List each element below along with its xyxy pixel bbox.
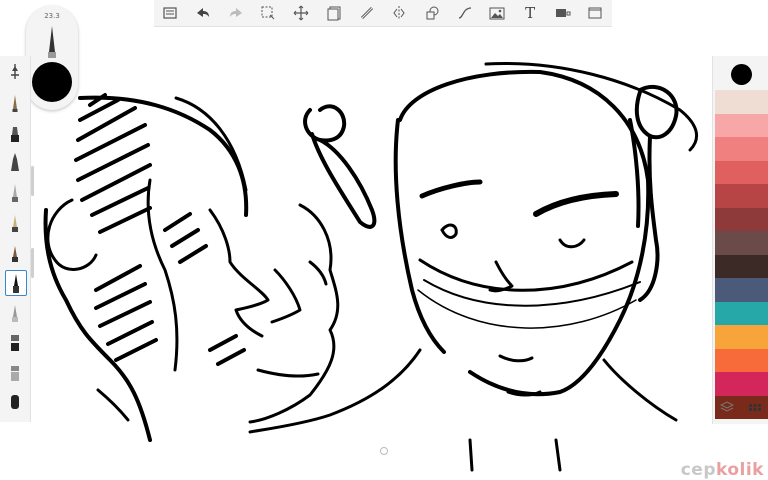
selection-icon — [261, 6, 275, 20]
eraser-brush-icon — [11, 395, 19, 409]
image-import-button[interactable] — [484, 2, 510, 24]
ruler-button[interactable] — [354, 2, 380, 24]
brush-marker[interactable] — [5, 120, 25, 144]
text-tool-button[interactable]: T — [517, 2, 543, 24]
fullscreen-icon — [588, 7, 602, 19]
watermark: cepkolik — [681, 460, 764, 480]
brush-puck[interactable]: 23.3 — [26, 6, 78, 110]
shape-button[interactable] — [419, 2, 445, 24]
brush-pencil[interactable] — [5, 90, 25, 114]
curve-icon — [458, 7, 471, 19]
transform-icon — [293, 5, 309, 21]
current-color[interactable] — [731, 64, 752, 85]
redo-icon — [229, 8, 242, 17]
color-swatch[interactable] — [715, 207, 768, 231]
pencil-brush-icon — [12, 95, 18, 112]
brush-eraser[interactable] — [5, 390, 25, 414]
round-brush-icon — [12, 184, 18, 202]
brush-library — [0, 56, 31, 422]
symmetry-button[interactable] — [386, 2, 412, 24]
redo-button[interactable] — [223, 2, 249, 24]
ruler-icon — [360, 6, 373, 20]
curve-button[interactable] — [452, 2, 478, 24]
fill-icon — [555, 9, 571, 17]
brush-pen[interactable] — [5, 300, 25, 324]
watermark-part2: kolik — [716, 460, 764, 480]
sketch-left-face — [43, 95, 270, 442]
fullscreen-button[interactable] — [582, 2, 608, 24]
page-indicator[interactable] — [380, 447, 388, 455]
color-swatch[interactable] — [715, 184, 768, 208]
color-swatch[interactable] — [715, 137, 768, 161]
pen-brush-icon — [12, 305, 18, 322]
marker-brush-icon — [11, 127, 19, 142]
brush-ink-selected[interactable] — [5, 270, 27, 296]
brush-smudge[interactable] — [5, 360, 25, 384]
color-swatch[interactable] — [715, 160, 768, 184]
brush-calligraphy[interactable] — [5, 240, 25, 264]
color-swatch[interactable] — [715, 254, 768, 278]
brush-tip-icon — [48, 26, 56, 58]
calligraphy-brush-icon — [12, 246, 18, 262]
image-import-icon — [489, 7, 505, 20]
current-brush-color[interactable] — [32, 62, 72, 102]
text-tool-icon: T — [525, 4, 536, 22]
layers-icon[interactable] — [720, 400, 734, 414]
smudge-brush-icon — [11, 366, 19, 381]
sketch-middle-face — [248, 203, 340, 424]
selection-button[interactable] — [255, 2, 281, 24]
color-panel-footer — [713, 392, 768, 422]
watermark-part1: cep — [680, 460, 716, 480]
brush-fineliner[interactable] — [5, 150, 25, 174]
color-panel — [712, 56, 768, 424]
color-swatch[interactable] — [715, 90, 768, 114]
brush-airbrush[interactable] — [5, 210, 25, 234]
brush-size-label: 23.3 — [44, 12, 60, 20]
top-toolbar: T — [154, 0, 612, 27]
swatch-grid-icon[interactable] — [748, 400, 762, 414]
shape-icon — [426, 6, 439, 20]
fill-button[interactable] — [550, 2, 576, 24]
brush-opacity-slider[interactable] — [31, 248, 34, 278]
opacity-brush-icon — [11, 64, 19, 79]
brush-opacity[interactable] — [5, 60, 25, 84]
airbrush-brush-icon — [12, 215, 18, 232]
color-swatch[interactable] — [715, 348, 768, 372]
gallery-button[interactable] — [157, 2, 183, 24]
canvas-button[interactable] — [321, 2, 347, 24]
color-swatch[interactable] — [715, 301, 768, 325]
chisel-brush-icon — [11, 335, 19, 351]
color-swatches — [715, 90, 768, 419]
transform-button[interactable] — [288, 2, 314, 24]
undo-icon — [197, 8, 210, 17]
color-swatch[interactable] — [715, 231, 768, 255]
gallery-icon — [163, 7, 177, 19]
canvas-icon — [327, 6, 341, 21]
drawing-canvas[interactable] — [0, 0, 768, 480]
color-swatch[interactable] — [715, 113, 768, 137]
brush-size-slider[interactable] — [31, 166, 34, 196]
ink-brush-icon — [13, 274, 19, 293]
fineliner-brush-icon — [11, 153, 19, 171]
brush-chisel[interactable] — [5, 330, 25, 354]
symmetry-icon — [393, 6, 405, 20]
brush-round[interactable] — [5, 180, 25, 204]
undo-button[interactable] — [190, 2, 216, 24]
color-swatch[interactable] — [715, 278, 768, 302]
color-swatch[interactable] — [715, 325, 768, 349]
